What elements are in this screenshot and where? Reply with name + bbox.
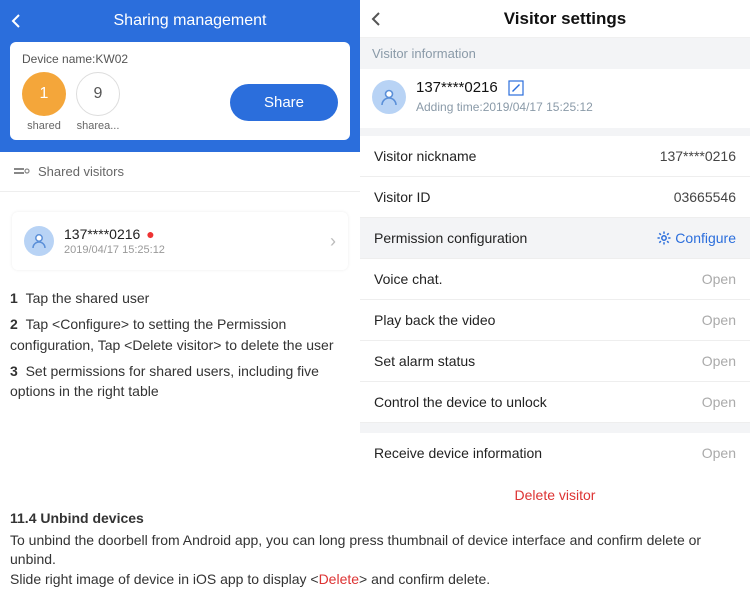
sharing-management-title: Sharing management bbox=[30, 12, 350, 30]
shared-visitors-label: Shared visitors bbox=[38, 164, 124, 179]
permission-unlock[interactable]: Control the device to unlock Open bbox=[360, 382, 750, 423]
visitor-id-row: Visitor ID 03665546 bbox=[360, 177, 750, 218]
chevron-right-icon: › bbox=[330, 231, 336, 252]
instructions-block: 1 Tap the shared user 2 Tap <Configure> … bbox=[0, 282, 360, 403]
permission-voice-chat[interactable]: Voice chat. Open bbox=[360, 259, 750, 300]
visitor-settings-header: Visitor settings bbox=[360, 0, 750, 38]
device-name-label: Device name:KW02 bbox=[22, 52, 338, 66]
visitor-phone: 137****0216● bbox=[64, 226, 165, 242]
edit-icon[interactable] bbox=[508, 80, 524, 96]
share-button[interactable]: Share bbox=[230, 84, 338, 121]
visitor-settings-title: Visitor settings bbox=[390, 9, 740, 29]
visitor-id-value: 03665546 bbox=[674, 189, 736, 205]
visitor-time: 2019/04/17 15:25:12 bbox=[64, 244, 165, 256]
visitor-nickname-row: Visitor nickname 137****0216 bbox=[360, 136, 750, 177]
back-icon[interactable] bbox=[10, 13, 30, 29]
visitor-row[interactable]: 137****0216● 2019/04/17 15:25:12 › bbox=[12, 212, 348, 270]
unbind-paragraph-1: To unbind the doorbell from Android app,… bbox=[10, 531, 740, 570]
sharing-management-header: Sharing management bbox=[0, 0, 360, 42]
avatar-icon bbox=[372, 80, 406, 114]
unbind-heading: 11.4 Unbind devices bbox=[10, 509, 740, 529]
permission-configuration-row[interactable]: Permission configuration Configure bbox=[360, 218, 750, 259]
avatar-icon bbox=[24, 226, 54, 256]
shared-label: shared bbox=[22, 120, 66, 132]
visitor-info-row: 137****0216 Adding time:2019/04/17 15:25… bbox=[360, 69, 750, 136]
visitor-information-label: Visitor information bbox=[360, 38, 750, 69]
visitor-phone: 137****0216 bbox=[416, 79, 498, 96]
device-share-card: Device name:KW02 1 9 shared sharea... Sh… bbox=[10, 42, 350, 140]
unbind-devices-section: 11.4 Unbind devices To unbind the doorbe… bbox=[0, 509, 750, 589]
shared-visitors-header: Shared visitors bbox=[0, 152, 360, 192]
shareable-label: sharea... bbox=[76, 120, 120, 132]
adding-time-label: Adding time:2019/04/17 15:25:12 bbox=[416, 100, 593, 114]
unbind-paragraph-2: Slide right image of device in iOS app t… bbox=[10, 570, 740, 589]
permission-receive-info[interactable]: Receive device information Open bbox=[360, 433, 750, 473]
shareable-count-circle: 9 bbox=[76, 72, 120, 116]
gear-icon bbox=[657, 231, 671, 245]
visitors-icon bbox=[14, 166, 30, 178]
back-icon[interactable] bbox=[370, 11, 390, 27]
visitor-nickname-value: 137****0216 bbox=[660, 148, 736, 164]
delete-visitor-button[interactable]: Delete visitor bbox=[360, 473, 750, 509]
permission-alarm[interactable]: Set alarm status Open bbox=[360, 341, 750, 382]
shared-count-circle: 1 bbox=[22, 72, 66, 116]
configure-button[interactable]: Configure bbox=[657, 230, 736, 246]
permission-playback[interactable]: Play back the video Open bbox=[360, 300, 750, 341]
status-dot-icon: ● bbox=[146, 226, 154, 242]
